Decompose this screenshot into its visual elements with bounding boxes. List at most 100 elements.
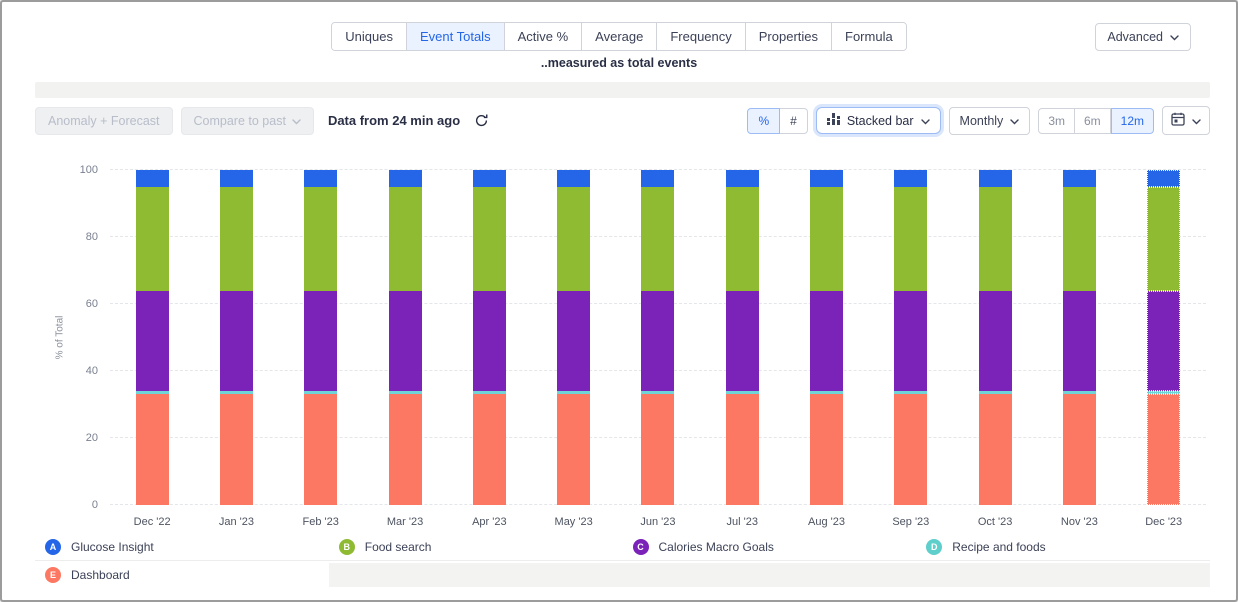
tab-uniques[interactable]: Uniques bbox=[332, 23, 406, 50]
stacked-bar-jun-23[interactable] bbox=[641, 170, 674, 505]
percent-toggle-button[interactable]: % bbox=[747, 108, 780, 134]
bar-segment-dashboard[interactable] bbox=[726, 394, 759, 505]
chevron-down-icon bbox=[292, 114, 301, 128]
tab-formula[interactable]: Formula bbox=[831, 23, 906, 50]
stacked-bar-sep-23[interactable] bbox=[894, 170, 927, 505]
legend-item-dashboard[interactable]: EDashboard bbox=[35, 561, 329, 588]
bar-segment-calories-macro-goals[interactable] bbox=[641, 291, 674, 390]
bar-segment-dashboard[interactable] bbox=[979, 394, 1012, 505]
stacked-bar-feb-23[interactable] bbox=[304, 170, 337, 505]
bar-segment-food-search[interactable] bbox=[557, 187, 590, 292]
bar-segment-calories-macro-goals[interactable] bbox=[979, 291, 1012, 390]
refresh-icon[interactable] bbox=[474, 113, 489, 128]
bar-segment-dashboard[interactable] bbox=[1063, 394, 1096, 505]
tab-properties[interactable]: Properties bbox=[745, 23, 831, 50]
legend-item-calories-macro-goals[interactable]: CCalories Macro Goals bbox=[623, 534, 917, 561]
bar-segment-dashboard[interactable] bbox=[389, 394, 422, 505]
bar-segment-calories-macro-goals[interactable] bbox=[220, 291, 253, 390]
bar-segment-dashboard[interactable] bbox=[473, 394, 506, 505]
chart-type-dropdown[interactable]: Stacked bar bbox=[816, 107, 941, 134]
stacked-bar-apr-23[interactable] bbox=[473, 170, 506, 505]
bar-segment-calories-macro-goals[interactable] bbox=[304, 291, 337, 390]
stacked-bar-nov-23[interactable] bbox=[1063, 170, 1096, 505]
bar-segment-dashboard[interactable] bbox=[220, 394, 253, 505]
range-12m-button[interactable]: 12m bbox=[1111, 108, 1154, 134]
bar-segment-glucose-insight[interactable] bbox=[810, 170, 843, 187]
bar-segment-food-search[interactable] bbox=[641, 187, 674, 292]
bar-segment-dashboard[interactable] bbox=[641, 394, 674, 505]
bar-segment-food-search[interactable] bbox=[979, 187, 1012, 292]
bar-segment-dashboard[interactable] bbox=[810, 394, 843, 505]
legend-item-glucose-insight[interactable]: AGlucose Insight bbox=[35, 534, 329, 561]
bar-segment-food-search[interactable] bbox=[220, 187, 253, 292]
bar-segment-glucose-insight[interactable] bbox=[894, 170, 927, 187]
bar-segment-glucose-insight[interactable] bbox=[979, 170, 1012, 187]
bar-segment-glucose-insight[interactable] bbox=[726, 170, 759, 187]
bar-segment-calories-macro-goals[interactable] bbox=[389, 291, 422, 390]
bar-segment-food-search[interactable] bbox=[1147, 187, 1180, 292]
y-axis-title: % of Total bbox=[54, 316, 65, 360]
interval-dropdown[interactable]: Monthly bbox=[949, 107, 1031, 135]
bar-segment-dashboard[interactable] bbox=[557, 394, 590, 505]
bar-segment-glucose-insight[interactable] bbox=[304, 170, 337, 187]
anomaly-forecast-button[interactable]: Anomaly + Forecast bbox=[35, 107, 173, 135]
stacked-bar-jul-23[interactable] bbox=[726, 170, 759, 505]
legend-item-food-search[interactable]: BFood search bbox=[329, 534, 623, 561]
bar-segment-calories-macro-goals[interactable] bbox=[726, 291, 759, 390]
x-tick-label: Jul '23 bbox=[710, 516, 774, 528]
compare-to-past-button[interactable]: Compare to past bbox=[181, 107, 314, 135]
stacked-bar-oct-23[interactable] bbox=[979, 170, 1012, 505]
bar-segment-food-search[interactable] bbox=[726, 187, 759, 292]
number-toggle-button[interactable]: # bbox=[780, 108, 808, 134]
bar-segment-calories-macro-goals[interactable] bbox=[557, 291, 590, 390]
bar-segment-calories-macro-goals[interactable] bbox=[1063, 291, 1096, 390]
bar-segment-glucose-insight[interactable] bbox=[1063, 170, 1096, 187]
stacked-bar-mar-23[interactable] bbox=[389, 170, 422, 505]
bar-segment-food-search[interactable] bbox=[894, 187, 927, 292]
bar-segment-dashboard[interactable] bbox=[894, 394, 927, 505]
legend-item-recipe-and-foods[interactable]: DRecipe and foods bbox=[916, 534, 1210, 561]
range-3m-button[interactable]: 3m bbox=[1038, 108, 1075, 134]
chevron-down-icon bbox=[1192, 114, 1201, 128]
legend-label: Calories Macro Goals bbox=[659, 540, 774, 554]
bar-segment-glucose-insight[interactable] bbox=[473, 170, 506, 187]
bar-segment-food-search[interactable] bbox=[473, 187, 506, 292]
bar-segment-food-search[interactable] bbox=[304, 187, 337, 292]
tab-average[interactable]: Average bbox=[581, 23, 656, 50]
bar-segment-food-search[interactable] bbox=[1063, 187, 1096, 292]
x-axis-labels: Dec '22Jan '23Feb '23Mar '23Apr '23May '… bbox=[110, 516, 1206, 528]
tab-frequency[interactable]: Frequency bbox=[656, 23, 744, 50]
bar-segment-food-search[interactable] bbox=[389, 187, 422, 292]
bar-segment-glucose-insight[interactable] bbox=[220, 170, 253, 187]
range-6m-button[interactable]: 6m bbox=[1075, 108, 1111, 134]
bar-segment-glucose-insight[interactable] bbox=[136, 170, 169, 187]
bar-segment-glucose-insight[interactable] bbox=[641, 170, 674, 187]
bar-segment-calories-macro-goals[interactable] bbox=[136, 291, 169, 390]
stacked-bar-dec-23[interactable] bbox=[1147, 170, 1180, 505]
legend-marker-e: E bbox=[45, 567, 61, 583]
bar-segment-calories-macro-goals[interactable] bbox=[1147, 291, 1180, 390]
bar-segment-glucose-insight[interactable] bbox=[557, 170, 590, 187]
metric-tabs-row: Uniques Event Totals Active % Average Fr… bbox=[2, 22, 1236, 51]
bar-segment-food-search[interactable] bbox=[136, 187, 169, 292]
bar-segment-calories-macro-goals[interactable] bbox=[810, 291, 843, 390]
tab-event-totals[interactable]: Event Totals bbox=[406, 23, 504, 50]
chart-type-label: Stacked bar bbox=[847, 114, 914, 128]
tab-active-percent[interactable]: Active % bbox=[504, 23, 582, 50]
stacked-bar-may-23[interactable] bbox=[557, 170, 590, 505]
advanced-button[interactable]: Advanced bbox=[1095, 23, 1191, 51]
chevron-down-icon bbox=[1010, 114, 1019, 128]
date-picker-button[interactable] bbox=[1162, 106, 1210, 135]
bar-segment-dashboard[interactable] bbox=[304, 394, 337, 505]
bar-segment-glucose-insight[interactable] bbox=[1147, 170, 1180, 187]
bar-segment-food-search[interactable] bbox=[810, 187, 843, 292]
stacked-bar-jan-23[interactable] bbox=[220, 170, 253, 505]
bar-segment-dashboard[interactable] bbox=[136, 394, 169, 505]
stacked-bar-aug-23[interactable] bbox=[810, 170, 843, 505]
bar-segment-calories-macro-goals[interactable] bbox=[894, 291, 927, 390]
stacked-bar-dec-22[interactable] bbox=[136, 170, 169, 505]
collapsed-section-bar[interactable] bbox=[35, 82, 1210, 98]
bar-segment-calories-macro-goals[interactable] bbox=[473, 291, 506, 390]
bar-segment-dashboard[interactable] bbox=[1147, 394, 1180, 505]
bar-segment-glucose-insight[interactable] bbox=[389, 170, 422, 187]
